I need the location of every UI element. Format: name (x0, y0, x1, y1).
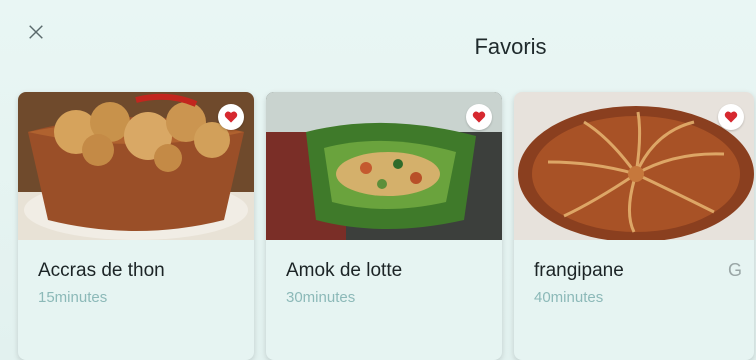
page-title: Favoris (474, 34, 547, 59)
recipe-trailing-text: G (727, 260, 742, 280)
recipe-duration: 30minutes (286, 289, 356, 306)
recipe-card-accras-de-thon[interactable]: Accras de thon 15minutes (18, 92, 254, 360)
recipe-duration: 15minutes (38, 289, 108, 306)
recipe-duration: 40minutes (534, 289, 604, 306)
recipe-name: Amok de lotte (286, 260, 403, 281)
recipe-card-amok-de-lotte[interactable]: Amok de lotte 30minutes (266, 92, 502, 360)
favorite-toggle[interactable] (218, 104, 244, 130)
recipe-name: frangipane (534, 260, 624, 281)
heart-icon (472, 111, 486, 123)
top-bar: Favoris (0, 0, 756, 90)
heart-icon (224, 111, 238, 123)
heart-icon (724, 111, 738, 123)
favorites-list: Accras de thon 15minutes Amok de lotte 3… (14, 92, 756, 360)
recipe-card-frangipane[interactable]: frangipane 40minutes G (514, 92, 754, 360)
favorite-toggle[interactable] (466, 104, 492, 130)
favorite-toggle[interactable] (718, 104, 744, 130)
recipe-name: Accras de thon (38, 260, 165, 281)
